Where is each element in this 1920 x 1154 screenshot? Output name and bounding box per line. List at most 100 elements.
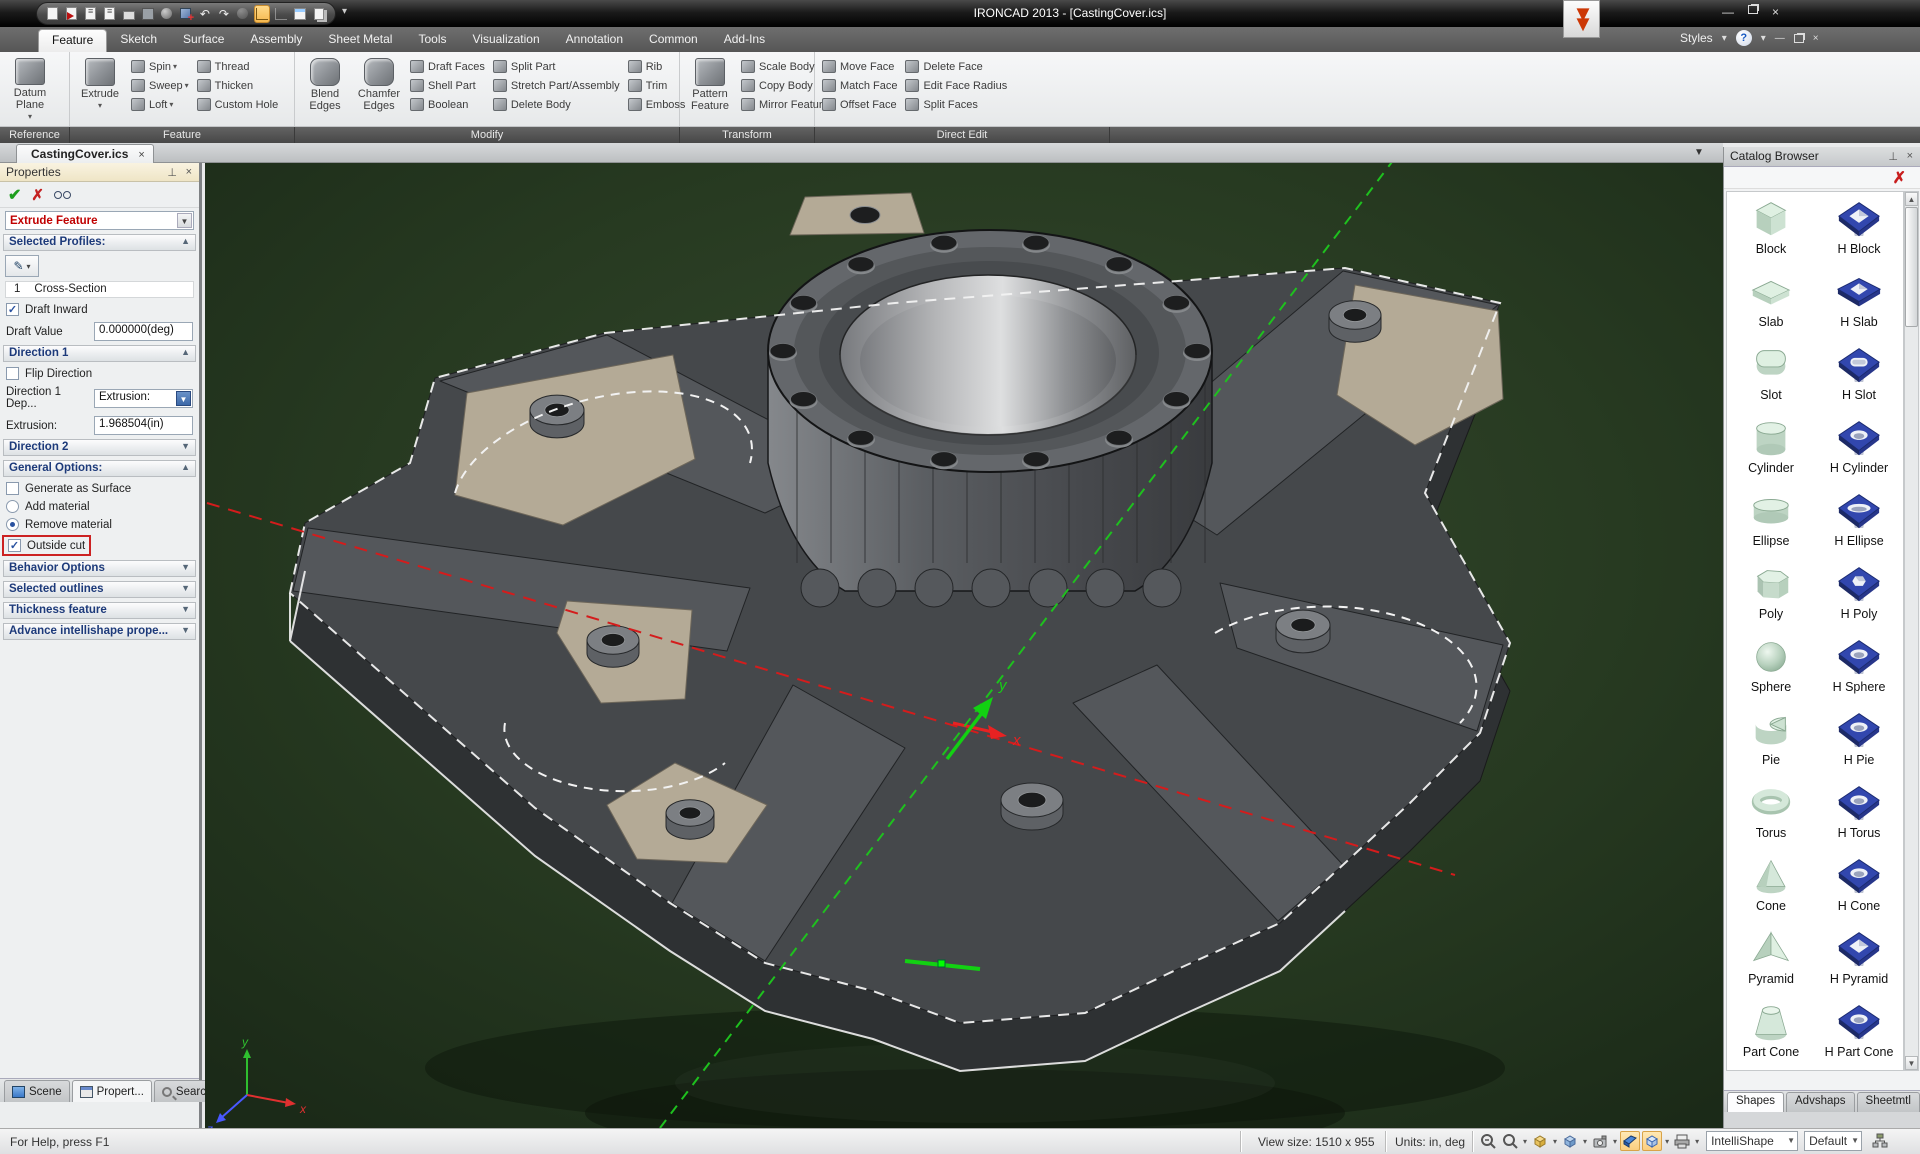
- panel-close-icon[interactable]: ×: [186, 166, 192, 178]
- section-direction-2[interactable]: Direction 2▼: [3, 439, 196, 456]
- scroll-up-icon[interactable]: ▲: [1905, 192, 1918, 206]
- catalog-item[interactable]: H Torus: [1815, 780, 1903, 853]
- quick-access-icon[interactable]: [83, 5, 99, 23]
- scroll-down-icon[interactable]: ▼: [1905, 1056, 1918, 1070]
- ribbon-button[interactable]: Stretch Part/Assembly: [490, 76, 623, 95]
- ribbon-button[interactable]: Move Face: [819, 57, 900, 76]
- ribbon-button[interactable]: Split Faces: [902, 95, 1010, 114]
- style-select[interactable]: Default▼: [1804, 1131, 1862, 1151]
- flip-direction-checkbox[interactable]: Flip Direction: [6, 367, 193, 380]
- quick-access-icon[interactable]: [45, 5, 61, 23]
- ribbon-tab[interactable]: Surface: [170, 29, 237, 52]
- ribbon-button[interactable]: Match Face: [819, 76, 900, 95]
- ribbon-button[interactable]: Sweep▾: [128, 76, 192, 95]
- feature-type-combo[interactable]: Extrude Feature ▼: [5, 211, 194, 230]
- outside-cut-checkbox[interactable]: ✓ Outside cut: [8, 539, 85, 552]
- camera-views-icon[interactable]: [1530, 1131, 1550, 1151]
- minimize-button[interactable]: —: [1722, 5, 1734, 19]
- quick-access-icon[interactable]: [254, 5, 270, 23]
- catalog-item[interactable]: Pie: [1727, 707, 1815, 780]
- catalog-item[interactable]: H Poly: [1815, 561, 1903, 634]
- quick-access-icon[interactable]: [178, 5, 194, 23]
- extrusion-input[interactable]: 1.968504(in): [94, 416, 193, 435]
- scrollbar-thumb[interactable]: [1905, 207, 1918, 327]
- ribbon-button[interactable]: Loft▾: [128, 95, 192, 114]
- doc-minimize-button[interactable]: —: [1775, 33, 1785, 44]
- checkbox-checked-icon[interactable]: ✓: [6, 303, 19, 316]
- ribbon-button[interactable]: Offset Face: [819, 95, 900, 114]
- checkbox-checked-icon[interactable]: ✓: [8, 539, 21, 552]
- document-tab-close-icon[interactable]: ×: [138, 149, 144, 161]
- quick-access-icon[interactable]: [292, 5, 308, 23]
- styles-menu[interactable]: Styles: [1680, 31, 1713, 45]
- wireframe-render-icon[interactable]: [1642, 1131, 1662, 1151]
- section-general-options[interactable]: General Options:▲: [3, 460, 196, 477]
- shaded-render-icon[interactable]: [1620, 1131, 1640, 1151]
- collapsed-section-header[interactable]: Thickness feature▼: [3, 602, 196, 619]
- zoom-window-icon[interactable]: [1500, 1131, 1520, 1151]
- quick-access-more-icon[interactable]: ▾: [342, 6, 347, 17]
- ribbon-big-button[interactable]: Blend Edges: [299, 55, 351, 123]
- collapsed-section-header[interactable]: Selected outlines▼: [3, 581, 196, 598]
- catalog-item[interactable]: H Pie: [1815, 707, 1903, 780]
- ribbon-big-button[interactable]: Datum Plane▾: [4, 55, 56, 123]
- viewport-3d[interactable]: x y y x z: [205, 163, 1723, 1128]
- catalog-item[interactable]: Part Cone: [1727, 999, 1815, 1071]
- ribbon-button[interactable]: Emboss: [625, 95, 689, 114]
- catalog-item[interactable]: Poly: [1727, 561, 1815, 634]
- ribbon-button[interactable]: Thread: [194, 57, 282, 76]
- quick-access-icon[interactable]: ↶: [197, 5, 213, 23]
- print-icon[interactable]: [1672, 1131, 1692, 1151]
- ribbon-button[interactable]: Thicken: [194, 76, 282, 95]
- collapsed-section-header[interactable]: Advance intellishape prope...▼: [3, 623, 196, 640]
- quick-access-icon[interactable]: [273, 5, 289, 23]
- catalog-item[interactable]: Torus: [1727, 780, 1815, 853]
- chevron-down-icon[interactable]: ▾: [1523, 1137, 1527, 1146]
- ribbon-tab[interactable]: Tools: [405, 29, 459, 52]
- ribbon-tab[interactable]: Assembly: [237, 29, 315, 52]
- ribbon-button[interactable]: Split Part: [490, 57, 623, 76]
- edit-profile-button[interactable]: ✎▾: [5, 255, 39, 277]
- catalog-item[interactable]: Block: [1727, 196, 1815, 269]
- chevron-down-icon[interactable]: ▾: [1613, 1137, 1617, 1146]
- close-button[interactable]: ×: [1772, 5, 1779, 19]
- ribbon-tab[interactable]: Visualization: [459, 29, 552, 52]
- catalog-item[interactable]: H Ellipse: [1815, 488, 1903, 561]
- catalog-item[interactable]: H Block: [1815, 196, 1903, 269]
- quick-access-icon[interactable]: [102, 5, 118, 23]
- ribbon-tab[interactable]: Add-Ins: [711, 29, 778, 52]
- catalog-item[interactable]: Cone: [1727, 853, 1815, 926]
- camera-icon[interactable]: [1590, 1131, 1610, 1151]
- chevron-down-icon[interactable]: ▾: [1553, 1137, 1557, 1146]
- ribbon-button[interactable]: Draft Faces: [407, 57, 488, 76]
- catalog-item[interactable]: H Part Cone: [1815, 999, 1903, 1071]
- ribbon-button[interactable]: Boolean: [407, 95, 488, 114]
- quick-access-icon[interactable]: ↷: [216, 5, 232, 23]
- restore-button[interactable]: [1748, 5, 1758, 14]
- checkbox-unchecked-icon[interactable]: [6, 482, 19, 495]
- download-overlay-icon[interactable]: ▼▼: [1563, 0, 1600, 38]
- ribbon-tab[interactable]: Common: [636, 29, 711, 52]
- section-selected-profiles[interactable]: Selected Profiles:▲: [3, 234, 196, 251]
- chevron-down-icon[interactable]: ▾: [1695, 1137, 1699, 1146]
- ribbon-button[interactable]: Shell Part: [407, 76, 488, 95]
- mode-select[interactable]: IntelliShape▼: [1706, 1131, 1798, 1151]
- chevron-down-icon[interactable]: ▾: [1665, 1137, 1669, 1146]
- panel-tab[interactable]: Scene: [4, 1080, 70, 1102]
- catalog-item[interactable]: Slot: [1727, 342, 1815, 415]
- draft-value-input[interactable]: 0.000000(deg): [94, 322, 193, 341]
- catalog-item[interactable]: H Sphere: [1815, 634, 1903, 707]
- quick-access-icon[interactable]: [140, 5, 156, 23]
- panel-tab[interactable]: Propert...: [72, 1080, 152, 1102]
- section-direction-1[interactable]: Direction 1▲: [3, 345, 196, 362]
- doc-close-button[interactable]: ×: [1813, 33, 1819, 44]
- ribbon-tab[interactable]: Sheet Metal: [315, 29, 405, 52]
- catalog-delete-icon[interactable]: ✗: [1893, 168, 1906, 188]
- catalog-item[interactable]: H Pyramid: [1815, 926, 1903, 999]
- chevron-down-icon[interactable]: ▼: [176, 391, 191, 406]
- catalog-item[interactable]: Slab: [1727, 269, 1815, 342]
- catalog-item[interactable]: H Cylinder: [1815, 415, 1903, 488]
- document-tabs-dropdown-icon[interactable]: ▼: [1694, 147, 1704, 158]
- ribbon-tab[interactable]: Annotation: [553, 29, 636, 52]
- catalog-item[interactable]: Cylinder: [1727, 415, 1815, 488]
